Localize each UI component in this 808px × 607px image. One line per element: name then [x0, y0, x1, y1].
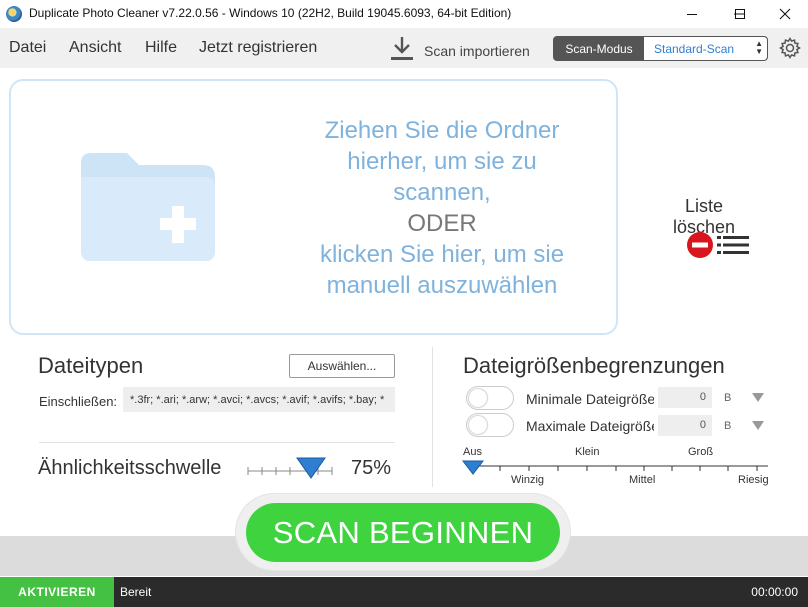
- scan-mode-value-text: Standard-Scan: [654, 41, 735, 56]
- include-filetypes-field[interactable]: *.3fr; *.ari; *.arw; *.avci; *.avcs; *.a…: [123, 387, 395, 412]
- menu-hilfe[interactable]: Hilfe: [145, 39, 177, 57]
- drop-text-line: manuell auszuwählen: [326, 272, 558, 299]
- scale-label-huge: Riesig: [738, 474, 769, 486]
- import-scan-button[interactable]: Scan importieren: [390, 36, 530, 62]
- drop-text-line: Ziehen Sie die Ordner: [324, 117, 560, 144]
- minimize-button[interactable]: [669, 0, 715, 28]
- slider-thumb[interactable]: [296, 457, 326, 479]
- scale-label-small: Klein: [575, 446, 600, 458]
- similarity-label: Ähnlichkeitsschwelle: [38, 457, 222, 479]
- add-folder-icon: [81, 153, 215, 261]
- min-size-dropdown-icon[interactable]: [752, 393, 764, 402]
- similarity-value: 75%: [351, 457, 392, 479]
- filetypes-title: Dateitypen: [38, 353, 144, 378]
- gear-icon[interactable]: [778, 36, 802, 60]
- folder-drop-zone[interactable]: Ziehen Sie die Ordner hierher, um sie zu…: [9, 79, 618, 335]
- maximize-icon: [735, 9, 745, 19]
- max-size-toggle[interactable]: [466, 413, 514, 437]
- size-limits-title: Dateigrößenbegrenzungen: [463, 353, 725, 378]
- scale-label-medium: Mittel: [629, 474, 656, 486]
- start-scan-button[interactable]: SCAN BEGINNEN: [246, 503, 560, 562]
- app-icon: [6, 6, 22, 22]
- slider-thumb[interactable]: [461, 460, 485, 475]
- import-scan-label: Scan importieren: [424, 43, 530, 59]
- scale-label-tiny: Winzig: [511, 474, 545, 486]
- max-size-dropdown-icon[interactable]: [752, 421, 764, 430]
- divider: [432, 347, 433, 487]
- drop-instructions: Ziehen Sie die Ordner hierher, um sie zu…: [279, 115, 605, 301]
- list-icon: [717, 236, 749, 254]
- menu-ansicht[interactable]: Ansicht: [69, 39, 121, 57]
- close-icon: [779, 8, 791, 20]
- scale-label-off: Aus: [463, 446, 482, 458]
- drop-text-or: ODER: [407, 210, 477, 237]
- min-size-input[interactable]: 0: [658, 387, 712, 408]
- scan-mode-label: Scan-Modus: [565, 41, 633, 56]
- close-button[interactable]: [762, 0, 808, 28]
- clear-list-button[interactable]: [686, 231, 750, 259]
- size-scale-slider[interactable]: [460, 458, 772, 476]
- scan-mode-select[interactable]: Scan-Modus Standard-Scan ▲ ▼: [553, 36, 768, 61]
- divider: [39, 442, 395, 443]
- menu-datei[interactable]: Datei: [9, 39, 46, 57]
- min-size-toggle[interactable]: [466, 386, 514, 410]
- scan-mode-value[interactable]: Standard-Scan ▲ ▼: [644, 37, 767, 60]
- min-size-unit: B: [724, 392, 732, 404]
- scale-label-large: Groß: [688, 446, 714, 458]
- drop-text-line: klicken Sie hier, um sie: [319, 241, 565, 268]
- maximize-button[interactable]: [717, 0, 763, 28]
- elapsed-timer: 00:00:00: [751, 585, 798, 599]
- window-title: Duplicate Photo Cleaner v7.22.0.56 - Win…: [29, 6, 512, 20]
- remove-icon: [687, 232, 713, 258]
- updown-arrows-icon: ▲ ▼: [755, 39, 763, 56]
- similarity-slider[interactable]: [246, 456, 336, 482]
- drop-text-line: hierher, um sie zu: [347, 148, 537, 175]
- max-size-input[interactable]: 0: [658, 415, 712, 436]
- select-filetypes-button[interactable]: Auswählen...: [289, 354, 395, 378]
- drop-text-line: scannen,: [393, 179, 491, 206]
- minimize-icon: [687, 14, 697, 15]
- include-label: Einschließen:: [39, 394, 118, 409]
- status-bar: AKTIVIEREN Bereit 00:00:00: [0, 577, 808, 607]
- max-size-unit: B: [724, 420, 732, 432]
- menu-register[interactable]: Jetzt registrieren: [199, 39, 317, 57]
- download-icon: [391, 37, 413, 60]
- activate-button[interactable]: AKTIVIEREN: [0, 577, 114, 607]
- max-size-label: Maximale Dateigröße: [526, 418, 654, 434]
- status-text: Bereit: [120, 585, 152, 599]
- min-size-label: Minimale Dateigröße: [526, 391, 654, 407]
